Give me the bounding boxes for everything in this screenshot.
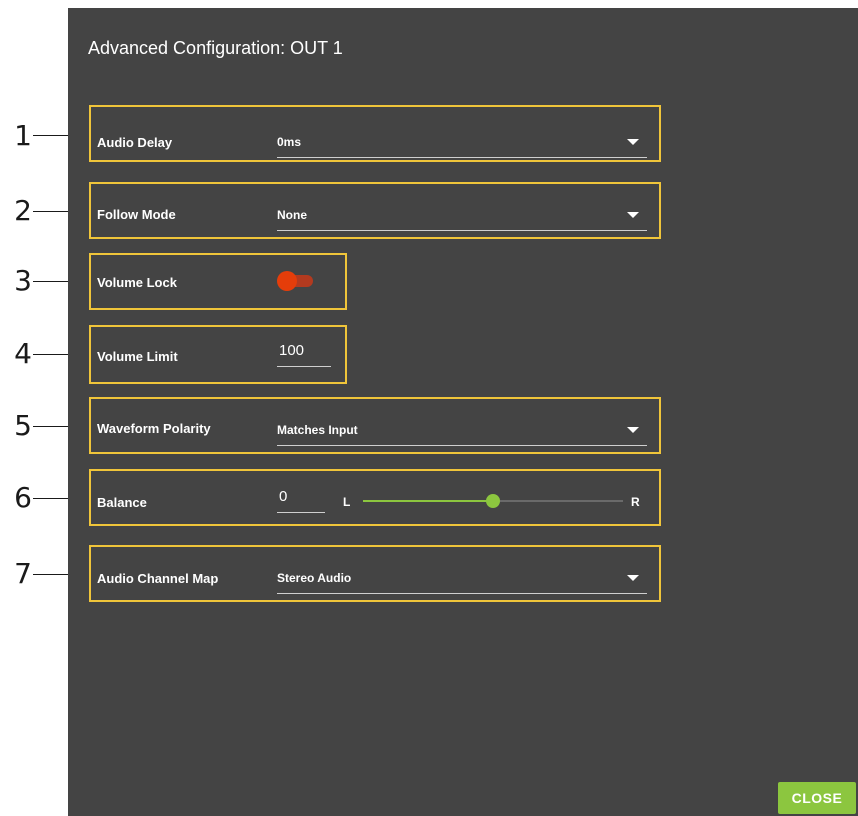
audio-delay-row: Audio Delay 0ms bbox=[89, 105, 661, 162]
caret-down-icon bbox=[627, 139, 639, 145]
balance-left-label: L bbox=[343, 495, 351, 509]
volume-lock-row: Volume Lock bbox=[89, 253, 347, 310]
waveform-polarity-select[interactable]: Matches Input bbox=[277, 415, 647, 446]
balance-input[interactable]: 0 bbox=[277, 484, 325, 513]
balance-slider[interactable] bbox=[363, 491, 623, 511]
balance-row: Balance 0 L R bbox=[89, 469, 661, 526]
follow-mode-value: None bbox=[277, 208, 307, 222]
volume-limit-row: Volume Limit 100 bbox=[89, 325, 347, 384]
waveform-polarity-label: Waveform Polarity bbox=[97, 421, 211, 436]
toggle-thumb bbox=[277, 271, 297, 291]
volume-limit-input[interactable]: 100 bbox=[277, 338, 331, 367]
audio-delay-value: 0ms bbox=[277, 135, 302, 149]
advanced-configuration-dialog: Advanced Configuration: OUT 1 Audio Dela… bbox=[68, 8, 858, 816]
follow-mode-label: Follow Mode bbox=[97, 207, 176, 222]
audio-channel-map-select[interactable]: Stereo Audio bbox=[277, 563, 647, 594]
caret-down-icon bbox=[627, 212, 639, 218]
caret-down-icon bbox=[627, 575, 639, 581]
volume-lock-label: Volume Lock bbox=[97, 275, 177, 290]
callout-number-6: 6 bbox=[14, 481, 32, 514]
callout-number-2: 2 bbox=[14, 194, 32, 227]
audio-channel-map-label: Audio Channel Map bbox=[97, 571, 219, 586]
callout-number-1: 1 bbox=[14, 119, 32, 152]
close-button[interactable]: CLOSE bbox=[778, 782, 856, 814]
callout-number-4: 4 bbox=[14, 337, 32, 370]
callout-number-3: 3 bbox=[14, 264, 32, 297]
balance-slider-thumb[interactable] bbox=[486, 494, 500, 508]
balance-label: Balance bbox=[97, 495, 147, 510]
caret-down-icon bbox=[627, 427, 639, 433]
dialog-title: Advanced Configuration: OUT 1 bbox=[88, 38, 343, 58]
volume-limit-label: Volume Limit bbox=[97, 349, 178, 364]
audio-channel-map-row: Audio Channel Map Stereo Audio bbox=[89, 545, 661, 602]
balance-slider-fill bbox=[363, 500, 493, 502]
audio-delay-select[interactable]: 0ms bbox=[277, 127, 647, 158]
audio-channel-map-value: Stereo Audio bbox=[277, 571, 352, 585]
callout-number-5: 5 bbox=[14, 409, 32, 442]
waveform-polarity-value: Matches Input bbox=[277, 423, 358, 437]
balance-right-label: R bbox=[631, 495, 640, 509]
callout-number-7: 7 bbox=[14, 557, 32, 590]
waveform-polarity-row: Waveform Polarity Matches Input bbox=[89, 397, 661, 454]
follow-mode-row: Follow Mode None bbox=[89, 182, 661, 239]
follow-mode-select[interactable]: None bbox=[277, 200, 647, 231]
balance-value: 0 bbox=[279, 488, 288, 505]
audio-delay-label: Audio Delay bbox=[97, 135, 173, 150]
volume-limit-value: 100 bbox=[279, 342, 305, 359]
volume-lock-toggle[interactable] bbox=[277, 271, 313, 291]
